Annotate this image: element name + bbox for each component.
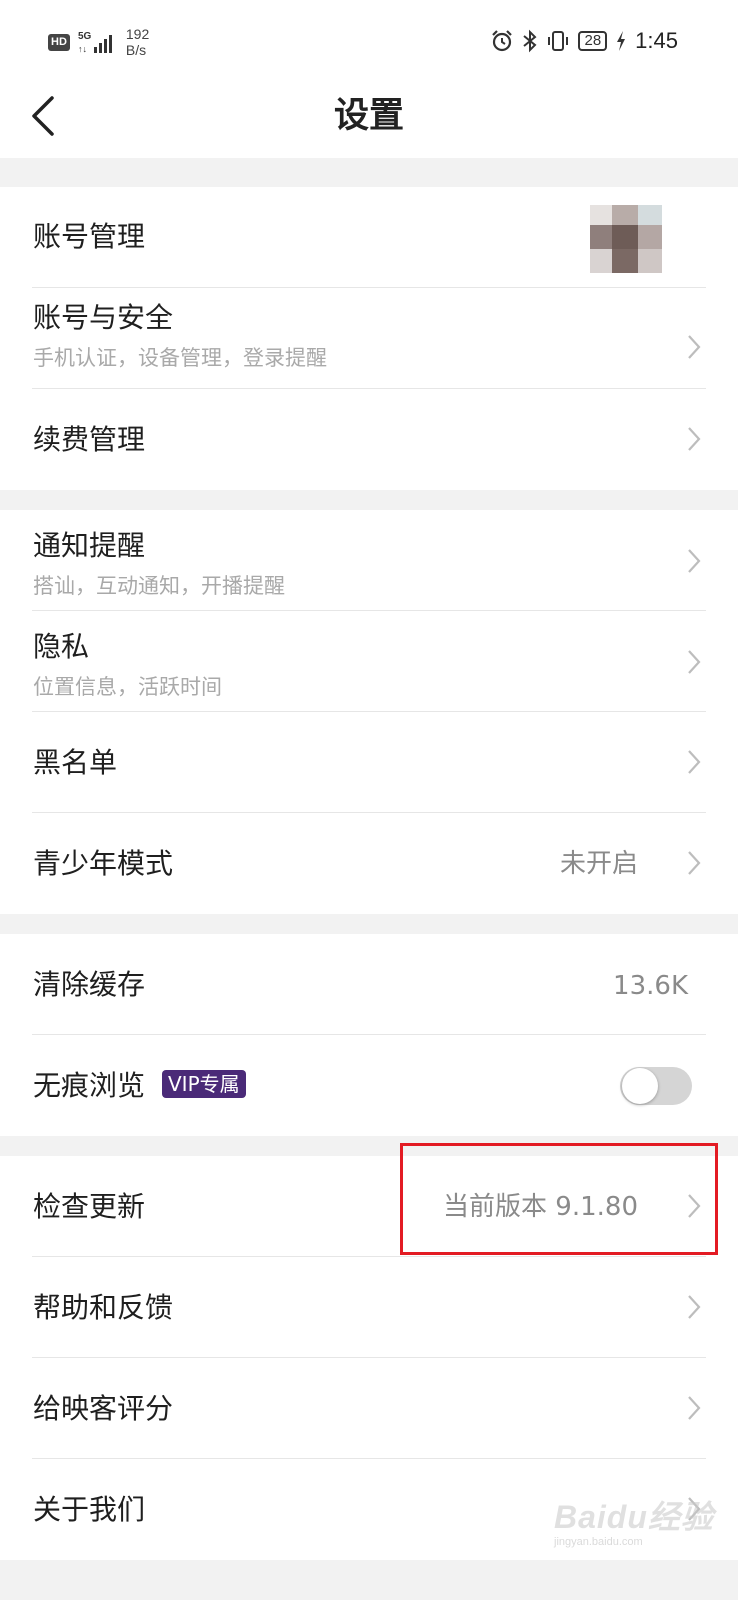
row-title: 关于我们 (33, 1493, 146, 1526)
chevron-right-icon (688, 750, 701, 774)
row-account-security[interactable]: 账号与安全 手机认证，设备管理，登录提醒 (0, 288, 738, 389)
incognito-toggle[interactable] (620, 1067, 692, 1105)
row-privacy[interactable]: 隐私 位置信息，活跃时间 (0, 611, 738, 712)
network-speed-value: 192 (125, 26, 150, 42)
row-check-update[interactable]: 检查更新 当前版本 9.1.80 (0, 1156, 738, 1257)
current-version: 当前版本 9.1.80 (443, 1192, 638, 1222)
status-bar-right: 28 1:45 (490, 28, 678, 54)
row-title: 隐私 (33, 630, 90, 663)
vibrate-icon (548, 31, 569, 51)
row-title: 帮助和反馈 (33, 1291, 174, 1324)
row-title: 黑名单 (33, 746, 118, 779)
network-speed-unit: B/s (125, 42, 147, 58)
battery-indicator: 28 (578, 31, 608, 51)
chevron-right-icon (688, 1194, 701, 1218)
row-title: 青少年模式 (33, 847, 174, 880)
cache-size: 13.6K (613, 971, 688, 1001)
chevron-right-icon (688, 427, 701, 451)
watermark-url: jingyan.baidu.com (554, 1536, 643, 1548)
chevron-right-icon (688, 1295, 701, 1319)
row-title: 无痕浏览 (33, 1069, 146, 1102)
toggle-knob (622, 1068, 658, 1104)
row-title: 给映客评分 (33, 1392, 174, 1425)
page-title: 设置 (333, 96, 404, 136)
row-title: 通知提醒 (33, 529, 146, 562)
baidu-watermark: Baidu经验 jingyan.baidu.com (554, 1478, 713, 1558)
hd-indicator: HD (48, 33, 70, 51)
watermark-text: Baidu经验 (554, 1499, 714, 1535)
row-subtitle: 搭讪，互动通知，开播提醒 (33, 574, 285, 598)
status-bar-left: HD 5G ↑↓ 192 B/s (48, 26, 149, 58)
row-blacklist[interactable]: 黑名单 (0, 712, 738, 813)
row-title: 续费管理 (33, 423, 146, 456)
chevron-right-icon (688, 335, 701, 359)
chevron-right-icon (688, 549, 701, 573)
row-subtitle: 位置信息，活跃时间 (33, 675, 222, 699)
clock: 1:45 (635, 28, 678, 53)
status-bar: HD 5G ↑↓ 192 B/s 28 1:45 (0, 0, 738, 80)
row-title: 检查更新 (33, 1190, 146, 1223)
row-title: 清除缓存 (33, 968, 146, 1001)
svg-text:↑↓: ↑↓ (78, 44, 87, 54)
row-teen-mode[interactable]: 青少年模式 未开启 (0, 813, 738, 914)
privacy-group: 通知提醒 搭讪，互动通知，开播提醒 隐私 位置信息，活跃时间 黑名单 青少年模式… (0, 510, 738, 914)
network-speed: 192 B/s (126, 26, 149, 58)
row-subtitle: 手机认证，设备管理，登录提醒 (33, 346, 327, 370)
row-help-feedback[interactable]: 帮助和反馈 (0, 1257, 738, 1358)
alarm-icon (492, 30, 513, 52)
row-incognito-browsing: 无痕浏览 VIP专属 (0, 1035, 738, 1136)
row-rate-app[interactable]: 给映客评分 (0, 1358, 738, 1459)
signal-5g-icon: 5G ↑↓ (78, 31, 112, 54)
storage-group: 清除缓存 13.6K 无痕浏览 VIP专属 (0, 934, 738, 1136)
bluetooth-icon (523, 29, 537, 53)
charging-icon (617, 31, 626, 51)
row-title: 账号管理 (33, 220, 146, 253)
row-notifications[interactable]: 通知提醒 搭讪，互动通知，开播提醒 (0, 510, 738, 611)
net-type-label: 5G (78, 31, 92, 42)
teen-mode-status: 未开启 (559, 849, 638, 879)
vip-badge: VIP专属 (162, 1070, 246, 1098)
row-account-management[interactable]: 账号管理 (0, 187, 738, 288)
chevron-right-icon (688, 1396, 701, 1420)
navigation-bar: 设置 (0, 80, 738, 158)
avatar (590, 205, 664, 273)
account-group: 账号管理 账号与安全 手机认证，设备管理，登录提醒 续费管理 (0, 187, 738, 490)
row-clear-cache[interactable]: 清除缓存 13.6K (0, 934, 738, 1035)
chevron-right-icon (688, 851, 701, 875)
chevron-right-icon (688, 650, 701, 674)
row-renewal-management[interactable]: 续费管理 (0, 389, 738, 490)
row-title: 账号与安全 (33, 301, 174, 334)
